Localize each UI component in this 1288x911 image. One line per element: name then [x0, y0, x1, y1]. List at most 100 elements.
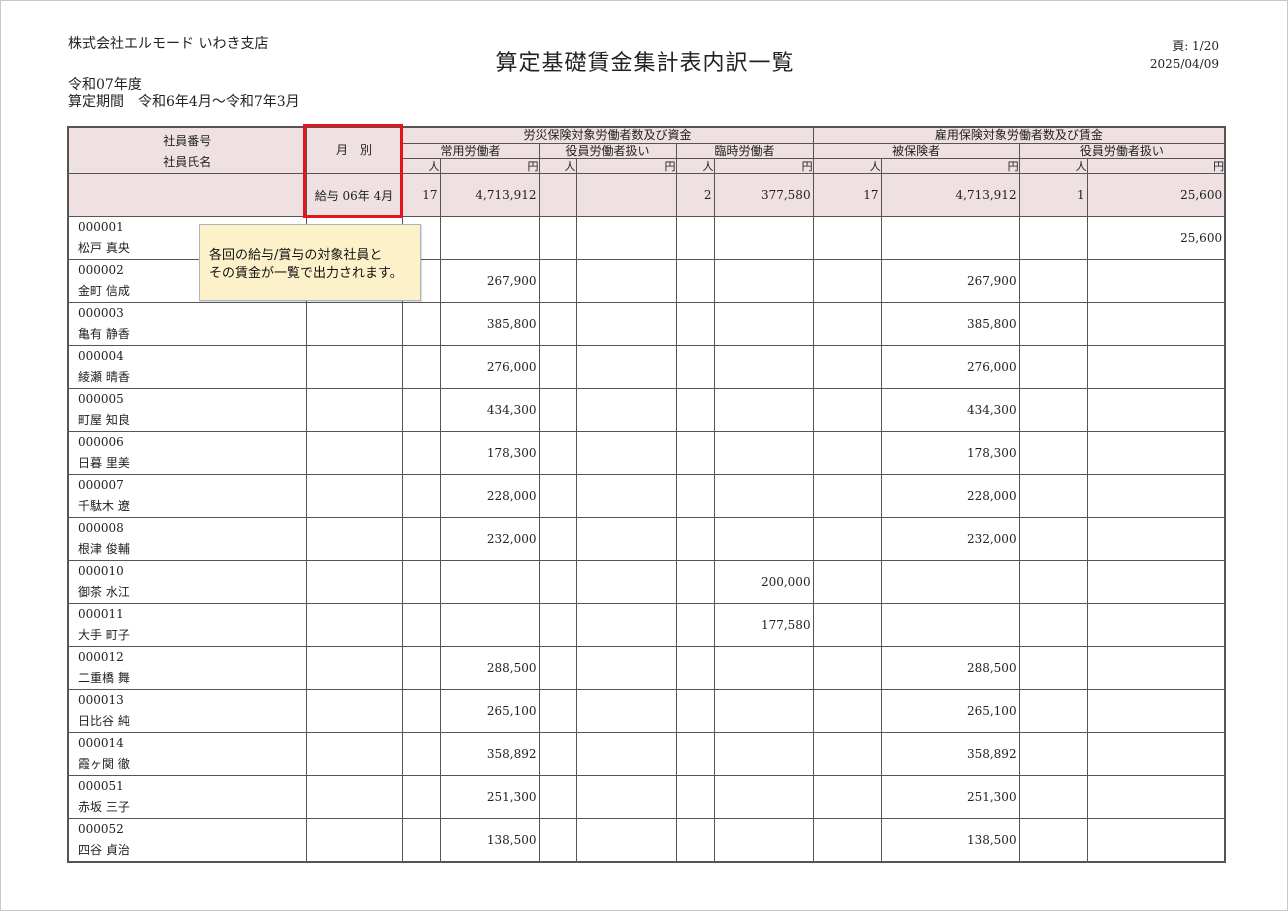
empty-cell [1018, 474, 1088, 518]
officer2-yen-cell [1086, 646, 1226, 690]
unit-person: 人 [675, 158, 715, 174]
insured-yen-cell: 178,300 [880, 431, 1020, 475]
officer2-yen-cell [1086, 560, 1226, 604]
temp-yen-cell [713, 302, 814, 346]
empty-cell [575, 732, 677, 776]
empty-cell [675, 646, 715, 690]
temp-yen-cell: 200,000 [713, 560, 814, 604]
table-row: 000012 二重橋 舞 288,500 288,500 [67, 646, 1226, 690]
empty-cell [538, 431, 577, 475]
table-row: 000008 根津 俊輔 232,000 232,000 [67, 517, 1226, 561]
empty-cell [305, 388, 403, 432]
regular-yen-cell [439, 603, 540, 647]
officer2-yen-cell: 25,600 [1086, 216, 1226, 260]
empty-cell [812, 345, 882, 389]
empty-cell [812, 388, 882, 432]
employee-number: 000004 [78, 349, 124, 363]
employee-name: 四谷 貞治 [78, 843, 130, 857]
insured-yen-cell: 138,500 [880, 818, 1020, 863]
empty-cell [575, 302, 677, 346]
page-number: 頁: 1/20 [1172, 39, 1219, 53]
empty-cell [675, 431, 715, 475]
regular-yen-cell [439, 560, 540, 604]
explanation-callout: 各回の給与/賞与の対象社員と その賃金が一覧で出力されます。 [199, 224, 421, 301]
empty-cell [1018, 517, 1088, 561]
empty-cell [675, 388, 715, 432]
employee-cell: 000012 二重橋 舞 [67, 646, 307, 690]
employee-cell: 000004 綾瀬 晴香 [67, 345, 307, 389]
empty-cell [1018, 732, 1088, 776]
empty-cell [305, 560, 403, 604]
report-date: 2025/04/09 [1149, 57, 1219, 71]
empty-cell [401, 689, 441, 733]
unit-yen: 円 [713, 158, 814, 174]
empty-cell [812, 689, 882, 733]
empty-cell [675, 818, 715, 863]
officer2-yen-cell [1086, 603, 1226, 647]
empty-cell [1018, 646, 1088, 690]
empty-cell [812, 431, 882, 475]
regular-yen-cell: 288,500 [439, 646, 540, 690]
insured-header: 被保険者 [812, 142, 1020, 160]
empty-cell [812, 560, 882, 604]
empty-cell [401, 818, 441, 863]
empty-cell [812, 259, 882, 303]
unit-person: 人 [401, 158, 441, 174]
empty-cell [575, 646, 677, 690]
regular-yen-cell: 138,500 [439, 818, 540, 863]
empty-cell [575, 259, 677, 303]
employee-number: 000014 [78, 736, 124, 750]
calculation-period: 算定期間 令和6年4月～令和7年3月 [68, 94, 300, 110]
empty-cell [538, 259, 577, 303]
table-row: 000052 四谷 貞治 138,500 138,500 [67, 818, 1226, 863]
empty-cell [812, 517, 882, 561]
empty-cell [305, 732, 403, 776]
regular-yen-cell: 178,300 [439, 431, 540, 475]
insured-yen-cell: 288,500 [880, 646, 1020, 690]
insured-yen-cell: 228,000 [880, 474, 1020, 518]
insured-yen-cell: 434,300 [880, 388, 1020, 432]
employee-number: 000007 [78, 478, 124, 492]
total-month: 給与 06年 4月 [305, 173, 403, 217]
empty-cell [538, 646, 577, 690]
officer2-yen-cell [1086, 732, 1226, 776]
table-row: 000010 御茶 水江 200,000 [67, 560, 1226, 604]
employee-name: 二重橋 舞 [78, 671, 130, 685]
empty-cell [305, 818, 403, 863]
empty-cell [401, 732, 441, 776]
employee-number: 000006 [78, 435, 124, 449]
temporary-worker-header: 臨時労働者 [675, 142, 814, 160]
regular-yen-cell: 385,800 [439, 302, 540, 346]
total-blank-cell [67, 173, 307, 217]
total-temp-people: 2 [675, 173, 715, 217]
employee-name: 赤坂 三子 [78, 800, 130, 814]
employee-cell: 000005 町屋 知良 [67, 388, 307, 432]
empty-cell [812, 302, 882, 346]
temp-yen-cell [713, 775, 814, 819]
total-regular-people: 17 [401, 173, 441, 217]
empty-cell [538, 732, 577, 776]
employee-name: 根津 俊輔 [78, 542, 130, 556]
officer2-yen-cell [1086, 259, 1226, 303]
total-officer-people [538, 173, 577, 217]
unit-person: 人 [538, 158, 577, 174]
empty-cell [675, 302, 715, 346]
employee-name: 御茶 水江 [78, 585, 130, 599]
empty-cell [812, 474, 882, 518]
table-row: 000005 町屋 知良 434,300 434,300 [67, 388, 1226, 432]
report-title: 算定基礎賃金集計表内訳一覧 [495, 51, 795, 76]
empty-cell [305, 775, 403, 819]
empty-cell [1018, 818, 1088, 863]
employee-number: 000012 [78, 650, 124, 664]
empty-cell [575, 345, 677, 389]
empty-cell [575, 474, 677, 518]
total-insured-yen: 4,713,912 [880, 173, 1020, 217]
empty-cell [812, 732, 882, 776]
empty-cell [305, 474, 403, 518]
employee-cell: 000007 千駄木 遼 [67, 474, 307, 518]
employee-number: 000005 [78, 392, 124, 406]
officer2-yen-cell [1086, 818, 1226, 863]
employee-name: 綾瀬 晴香 [78, 370, 130, 384]
employee-cell: 000006 日暮 里美 [67, 431, 307, 475]
officer2-yen-cell [1086, 517, 1226, 561]
